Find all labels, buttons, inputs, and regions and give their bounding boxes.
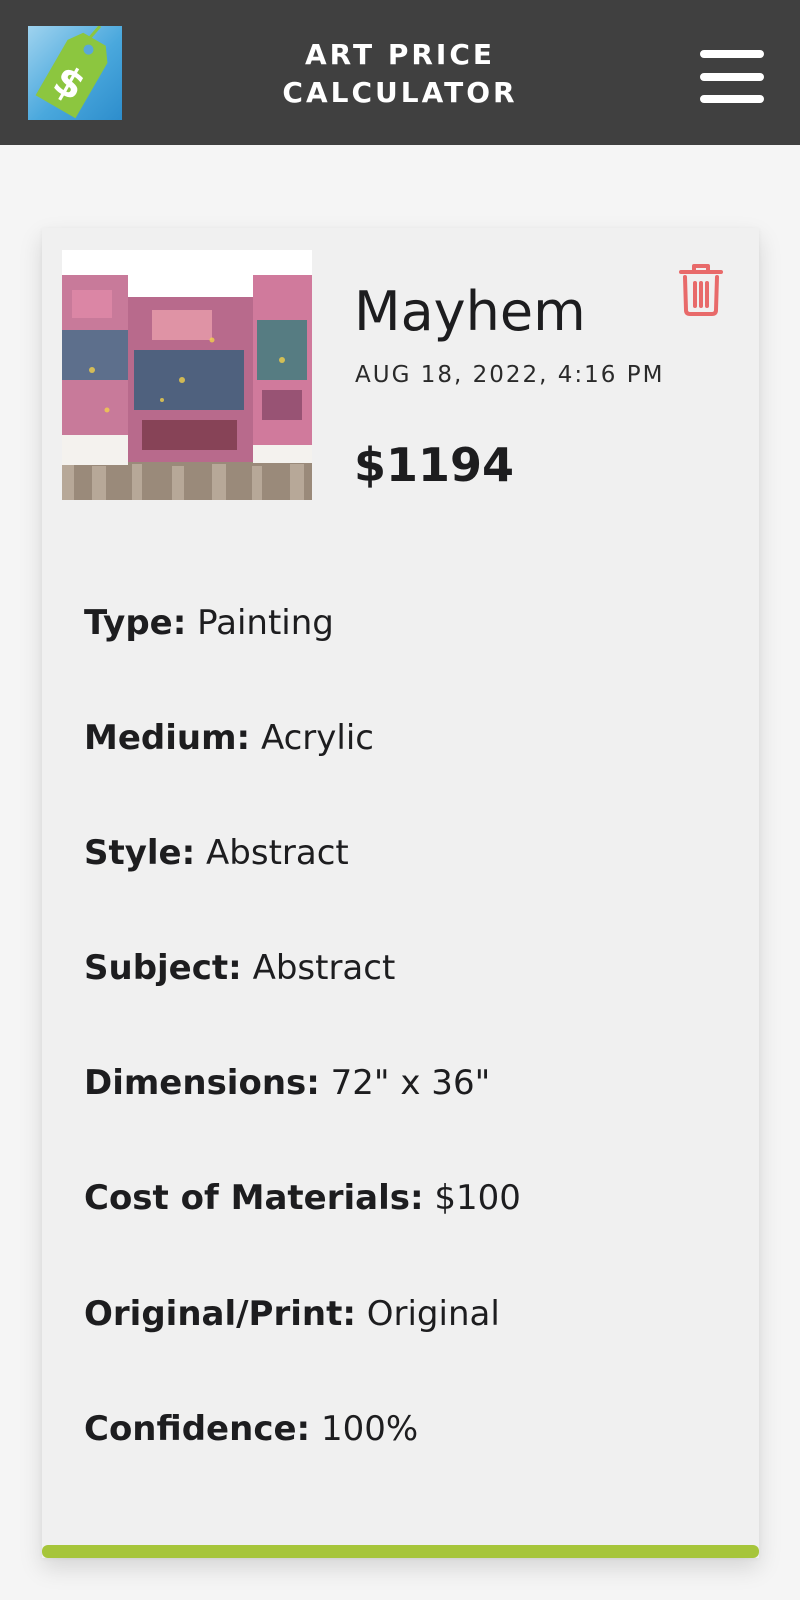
artwork-price: $1194 (354, 438, 515, 492)
artwork-date: AUG 18, 2022, 4:16 PM (355, 362, 665, 388)
detail-value: Original (366, 1294, 500, 1334)
detail-value: Abstract (252, 948, 396, 988)
artwork-card: Mayhem AUG 18, 2022, 4:16 PM $1194 Type:… (42, 228, 759, 1558)
trash-icon[interactable] (678, 264, 724, 316)
app-header: $ ART PRICE CALCULATOR (0, 0, 800, 145)
detail-label: Medium: (84, 718, 251, 758)
detail-label: Dimensions: (84, 1063, 320, 1103)
detail-type: Type: Painting (84, 603, 724, 643)
detail-value: Abstract (206, 833, 349, 873)
detail-cost-of-materials: Cost of Materials: $100 (84, 1178, 724, 1218)
artwork-title: Mayhem (354, 280, 586, 343)
app-title: ART PRICE CALCULATOR (282, 38, 518, 109)
detail-label: Subject: (84, 948, 242, 988)
detail-value: $100 (434, 1178, 521, 1218)
detail-medium: Medium: Acrylic (84, 718, 724, 758)
card-accent-bar (42, 1545, 759, 1558)
detail-style: Style: Abstract (84, 833, 724, 873)
detail-subject: Subject: Abstract (84, 948, 724, 988)
hamburger-menu-icon[interactable] (700, 50, 766, 104)
detail-value: Acrylic (260, 718, 374, 758)
detail-value: 72" x 36" (330, 1063, 491, 1103)
detail-value: Painting (197, 603, 334, 643)
detail-label: Type: (84, 603, 187, 643)
detail-label: Style: (84, 833, 196, 873)
detail-original-print: Original/Print: Original (84, 1294, 724, 1334)
detail-value: 100% (320, 1409, 419, 1449)
detail-label: Original/Print: (84, 1294, 356, 1334)
detail-label: Confidence: (84, 1409, 311, 1449)
artwork-thumbnail[interactable] (62, 250, 312, 500)
detail-label: Cost of Materials: (84, 1178, 424, 1218)
price-tag-dollar-icon[interactable]: $ (28, 26, 122, 120)
detail-confidence: Confidence: 100% (84, 1409, 724, 1449)
detail-dimensions: Dimensions: 72" x 36" (84, 1063, 724, 1103)
